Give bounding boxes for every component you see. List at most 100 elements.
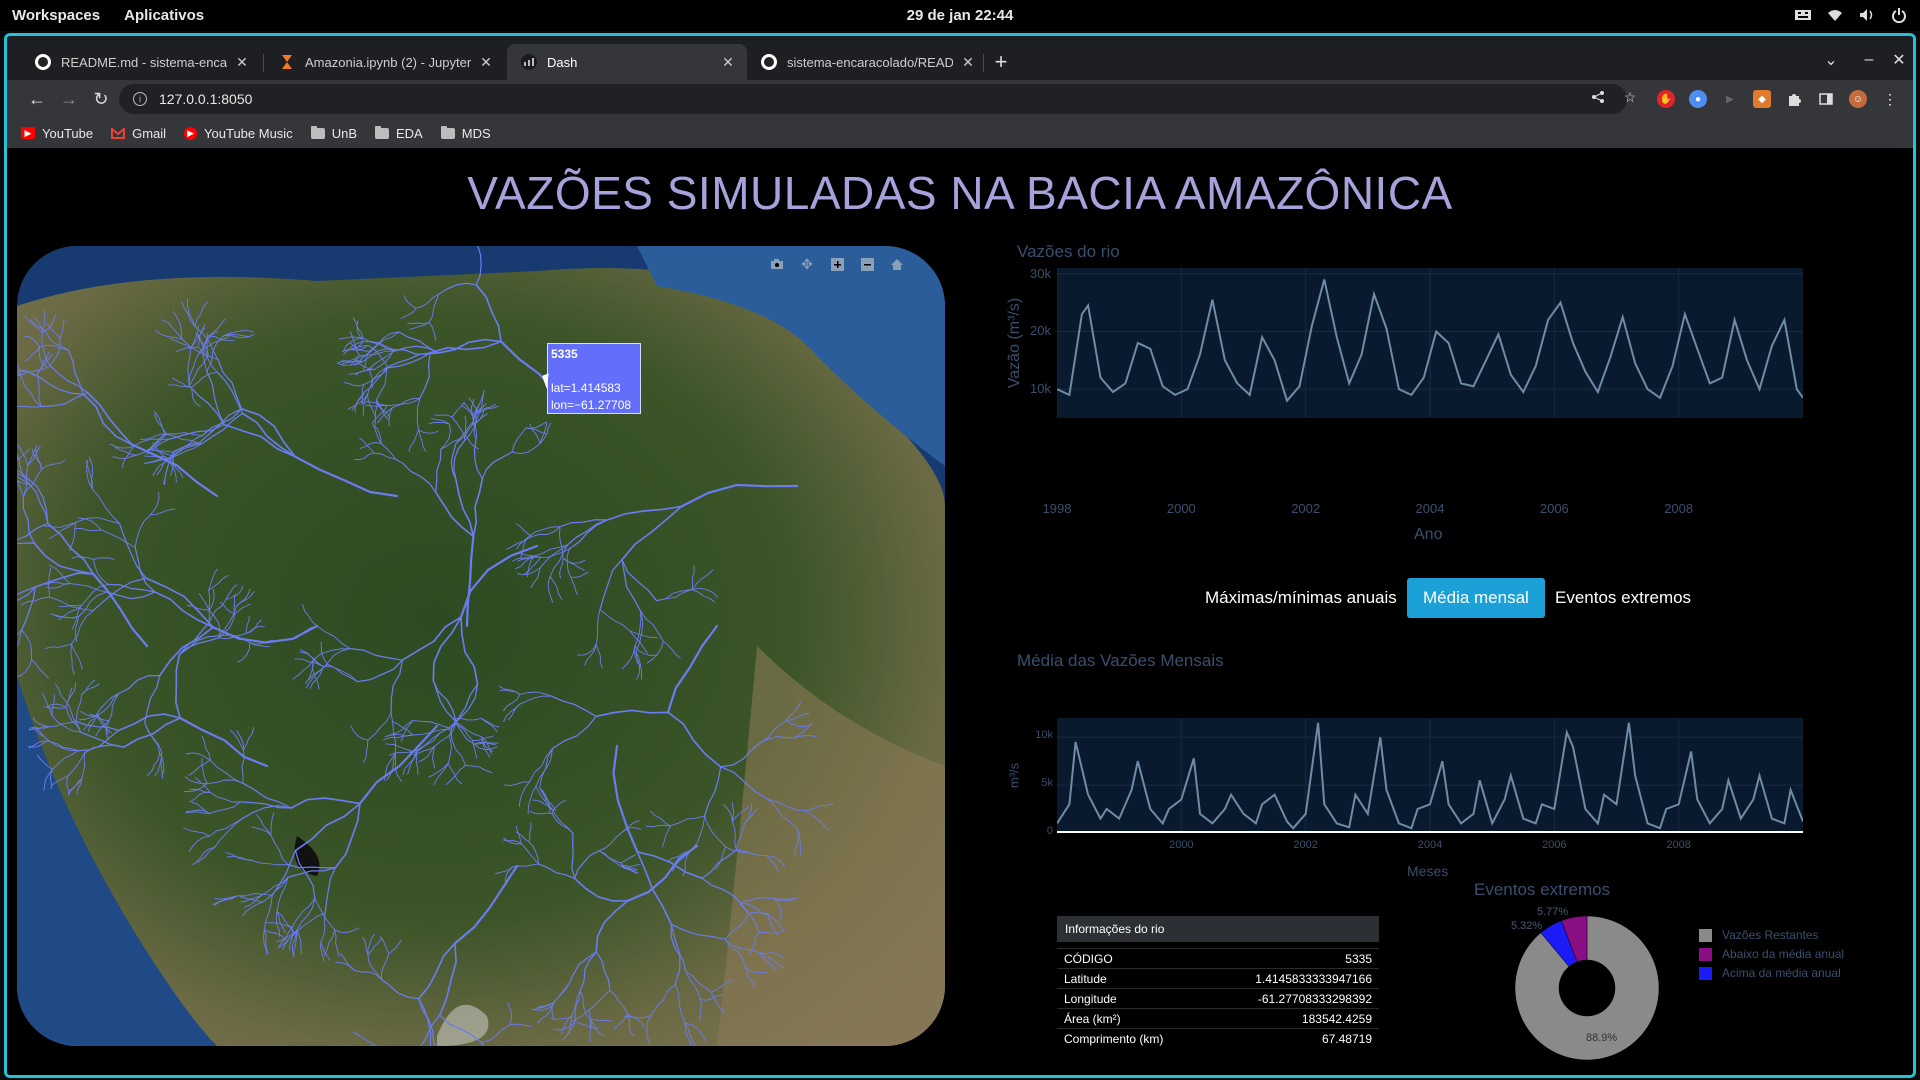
bookmarks-bar: ▶ YouTube Gmail ▶ YouTube Music UnB EDA … — [7, 118, 1913, 148]
extension-metamask-icon[interactable]: ◆ — [1753, 90, 1771, 108]
tab-readme-2[interactable]: sistema-encaracolado/README.md ✕ — [747, 44, 987, 80]
y-tick-label: 5k — [1041, 777, 1053, 790]
github-icon — [35, 54, 51, 70]
y-tick-label: 0 — [1046, 825, 1053, 837]
x-tick-label: 2002 — [1291, 501, 1321, 516]
menu-kebab-icon[interactable]: ⋮ — [1881, 90, 1899, 108]
legend-swatch — [1699, 928, 1712, 942]
extension-search-icon[interactable]: ● — [1689, 90, 1707, 108]
power-icon[interactable] — [1890, 6, 1908, 24]
chart2-ylabel: m³/s — [1006, 762, 1022, 789]
back-button[interactable]: ← — [25, 87, 49, 111]
close-icon[interactable]: ✕ — [959, 53, 977, 71]
forward-button[interactable]: → — [57, 87, 81, 111]
row-value: 1.4145833333947166 — [1255, 972, 1372, 986]
row-label: CÓDIGO — [1064, 952, 1113, 966]
bookmark-label: MDS — [461, 125, 491, 141]
tab-annual-max-min[interactable]: Máximas/mínimas anuais — [1189, 578, 1413, 618]
minimize-button[interactable]: – — [1857, 48, 1881, 72]
pan-icon[interactable]: ✥ — [799, 256, 815, 272]
bookmark-folder-eda[interactable]: EDA — [375, 125, 423, 141]
pie-legend-above[interactable]: Acima da média anual — [1699, 966, 1841, 980]
folder-icon — [375, 125, 389, 139]
extensions-puzzle-icon[interactable] — [1785, 90, 1803, 108]
tab-title: Amazonia.ipynb (2) - JupyterLab — [305, 54, 471, 70]
wifi-icon[interactable] — [1826, 6, 1844, 24]
extension-play-icon[interactable]: ▶ — [1721, 90, 1739, 108]
row-value: 67.48719 — [1321, 1032, 1372, 1046]
share-icon[interactable] — [1589, 88, 1607, 106]
chart2-xlabel: Meses — [1407, 863, 1449, 879]
bookmark-label: YouTube Music — [204, 125, 293, 141]
bookmark-folder-mds[interactable]: MDS — [440, 125, 491, 141]
youtube-icon: ▶ — [21, 127, 35, 139]
zoom-out-icon[interactable] — [859, 256, 875, 272]
legend-label: Acima da média anual — [1722, 966, 1841, 980]
table-row: CÓDIGO 5335 — [1057, 948, 1379, 968]
system-clock[interactable]: 29 de jan 22:44 — [0, 7, 1920, 24]
browser-toolbar: ← → ↻ i 127.0.0.1:8050 ☆ ✋ ● ▶ ◆ ☺ ⋮ — [7, 80, 1913, 118]
new-tab-button[interactable]: + — [989, 49, 1013, 74]
close-icon[interactable]: ✕ — [233, 53, 251, 71]
extension-adblock-icon[interactable]: ✋ — [1657, 90, 1675, 108]
row-value: 5335 — [1345, 952, 1372, 966]
x-tick-label: 2004 — [1415, 501, 1445, 516]
tab-jupyter[interactable]: Amazonia.ipynb (2) - JupyterLab ✕ — [265, 44, 505, 80]
close-icon[interactable]: ✕ — [719, 53, 737, 71]
bookmark-youtube-music[interactable]: ▶ YouTube Music — [184, 126, 293, 141]
x-tick-label: 1998 — [1042, 501, 1072, 516]
bookmark-label: EDA — [396, 125, 423, 141]
pie-legend-below[interactable]: Abaixo da média anual — [1699, 947, 1844, 961]
tab-dash[interactable]: Dash ✕ — [507, 44, 747, 80]
jupyter-icon — [279, 54, 295, 70]
address-bar[interactable]: i 127.0.0.1:8050 — [119, 84, 1627, 114]
pie-legend-rest[interactable]: Vazões Restantes — [1699, 928, 1819, 942]
tab-strip: README.md - sistema-encaracolado ✕ Amazo… — [7, 36, 1913, 80]
reload-button[interactable]: ↻ — [89, 87, 113, 111]
x-tick-label: 2002 — [1293, 839, 1318, 851]
side-panel-icon[interactable] — [1817, 90, 1835, 108]
chart2-title: Média das Vazões Mensais — [1017, 651, 1224, 670]
close-icon[interactable]: ✕ — [477, 53, 495, 71]
x-tick-label: 2006 — [1539, 501, 1569, 516]
tab-monthly-mean[interactable]: Média mensal — [1407, 578, 1545, 618]
profile-avatar-icon[interactable]: ☺ — [1849, 90, 1867, 108]
folder-icon — [310, 125, 325, 139]
tab-search-button[interactable]: ⌄ — [1819, 48, 1843, 72]
site-info-icon[interactable]: i — [133, 92, 147, 106]
address-text: 127.0.0.1:8050 — [159, 91, 253, 107]
pie-label-rest: 88.9% — [1586, 1032, 1618, 1044]
pie-chart[interactable] — [1507, 908, 1667, 1068]
camera-icon[interactable] — [769, 256, 785, 272]
zoom-in-icon[interactable] — [829, 256, 845, 272]
bookmark-star-icon[interactable]: ☆ — [1621, 88, 1639, 106]
dash-page: VAZÕES SIMULADAS NA BACIA AMAZÔNICA ✥ 53… — [7, 148, 1913, 1075]
map-modebar: ✥ — [769, 256, 905, 272]
row-value: 183542.4259 — [1301, 1012, 1372, 1026]
chart2-plot[interactable] — [1057, 718, 1803, 833]
x-tick-label: 2004 — [1417, 839, 1443, 851]
x-tick-label: 2000 — [1169, 839, 1194, 851]
map-hover-tooltip: 5335 lat=1.414583 lon=−61.27708 — [547, 343, 641, 414]
keyboard-layout-icon[interactable] — [1794, 6, 1812, 24]
bookmark-label: UnB — [331, 125, 357, 141]
pie-label-above: 5.77% — [1537, 906, 1569, 918]
table-row: Latitude 1.4145833333947166 — [1057, 968, 1379, 988]
tab-extreme-events[interactable]: Eventos extremos — [1539, 578, 1707, 618]
pie-title: Eventos extremos — [1474, 880, 1611, 899]
x-tick-label: 2008 — [1664, 501, 1694, 516]
bookmark-folder-unb[interactable]: UnB — [310, 125, 357, 141]
tab-title: Dash — [547, 54, 578, 70]
bookmark-youtube[interactable]: ▶ YouTube — [21, 126, 93, 141]
home-icon[interactable] — [889, 256, 905, 272]
bookmark-gmail[interactable]: Gmail — [111, 126, 166, 141]
x-tick-label: 2000 — [1166, 501, 1196, 516]
bookmark-label: Gmail — [132, 125, 167, 141]
tab-readme[interactable]: README.md - sistema-encaracolado ✕ — [21, 44, 261, 80]
volume-icon[interactable] — [1858, 6, 1876, 24]
legend-label: Vazões Restantes — [1722, 928, 1819, 942]
close-window-button[interactable]: ✕ — [1887, 48, 1911, 72]
chart1-plot[interactable] — [1057, 268, 1803, 418]
river-basin-map[interactable]: ✥ 5335 lat=1.414583 lon=−61.27708 — [17, 246, 945, 1046]
hover-lat: lat=1.414583 — [551, 381, 621, 395]
